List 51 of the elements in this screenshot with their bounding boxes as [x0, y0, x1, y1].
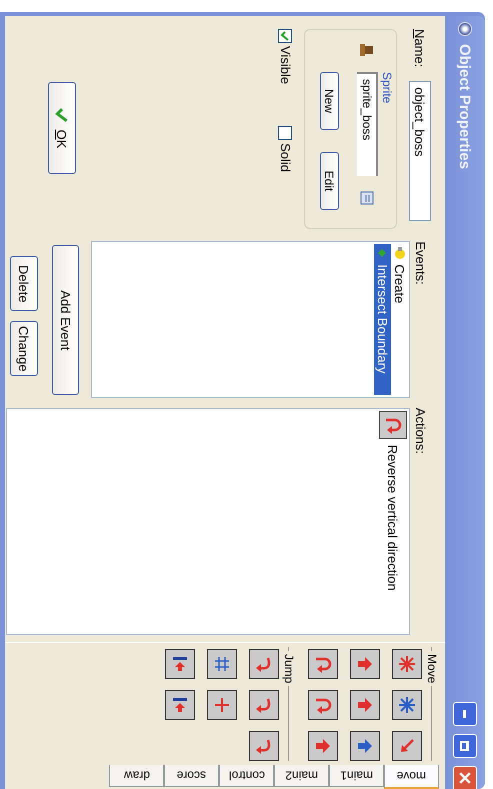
- sprite-button[interactable]: Edit: [320, 152, 339, 210]
- checkbox[interactable]: Solid: [278, 126, 293, 172]
- name-label: Name:: [412, 29, 428, 68]
- action-palette-button[interactable]: [350, 649, 380, 679]
- palette-tab[interactable]: draw: [109, 765, 164, 787]
- action-palette-button[interactable]: [392, 690, 422, 720]
- window-icon: [458, 22, 472, 36]
- group-legend: Jump: [282, 654, 296, 684]
- action-palette-button[interactable]: [350, 731, 380, 761]
- ok-button[interactable]: OK: [48, 82, 76, 174]
- maximize-button[interactable]: [453, 734, 477, 758]
- action-palette-button[interactable]: [249, 649, 279, 679]
- action-palette-button[interactable]: [165, 649, 195, 679]
- palette-tab[interactable]: main1: [329, 765, 384, 787]
- action-palette-button[interactable]: [249, 731, 279, 761]
- close-icon: [459, 772, 471, 784]
- light-bulb-icon: [392, 246, 406, 260]
- event-item[interactable]: Intersect Boundary: [374, 244, 391, 396]
- palette-tab[interactable]: score: [164, 765, 219, 787]
- action-palette-button[interactable]: [350, 690, 380, 720]
- action-palette-button[interactable]: [207, 649, 237, 679]
- action-palette-button[interactable]: [392, 731, 422, 761]
- event-button[interactable]: Delete: [10, 256, 38, 312]
- action-palette-button[interactable]: [392, 649, 422, 679]
- minimize-button[interactable]: [453, 702, 477, 726]
- group-legend: Sprite: [380, 72, 394, 104]
- window-title: Object Properties: [456, 44, 474, 170]
- action-palette-button[interactable]: [165, 690, 195, 720]
- check-mark-icon: [55, 108, 69, 122]
- action-item[interactable]: Reverse vertical direction: [379, 410, 407, 632]
- event-button[interactable]: Change: [10, 321, 38, 376]
- action-palette-button[interactable]: [308, 690, 338, 720]
- palette-tab[interactable]: move: [384, 765, 439, 789]
- name-field[interactable]: object_boss: [409, 81, 431, 222]
- action-palette-button[interactable]: [249, 690, 279, 720]
- check-mark-icon: [280, 31, 290, 41]
- sprite-field[interactable]: sprite_boss: [357, 72, 378, 176]
- close-button[interactable]: [453, 766, 477, 789]
- action-palette-button[interactable]: [308, 649, 338, 679]
- events-label: Events:: [413, 241, 428, 287]
- add-event-button[interactable]: Add Event: [52, 245, 79, 396]
- checkbox[interactable]: Visible: [278, 29, 293, 84]
- actions-label: Actions:: [413, 408, 428, 456]
- action-palette-button[interactable]: [308, 731, 338, 761]
- sprite-button[interactable]: New: [320, 72, 339, 130]
- action-palette-button[interactable]: [207, 690, 237, 720]
- menu-icon[interactable]: [360, 190, 376, 206]
- event-item[interactable]: Create: [391, 244, 408, 396]
- palette-tab[interactable]: control: [219, 765, 274, 787]
- group-legend: Move: [425, 654, 439, 684]
- palette-tab[interactable]: main2: [274, 765, 329, 787]
